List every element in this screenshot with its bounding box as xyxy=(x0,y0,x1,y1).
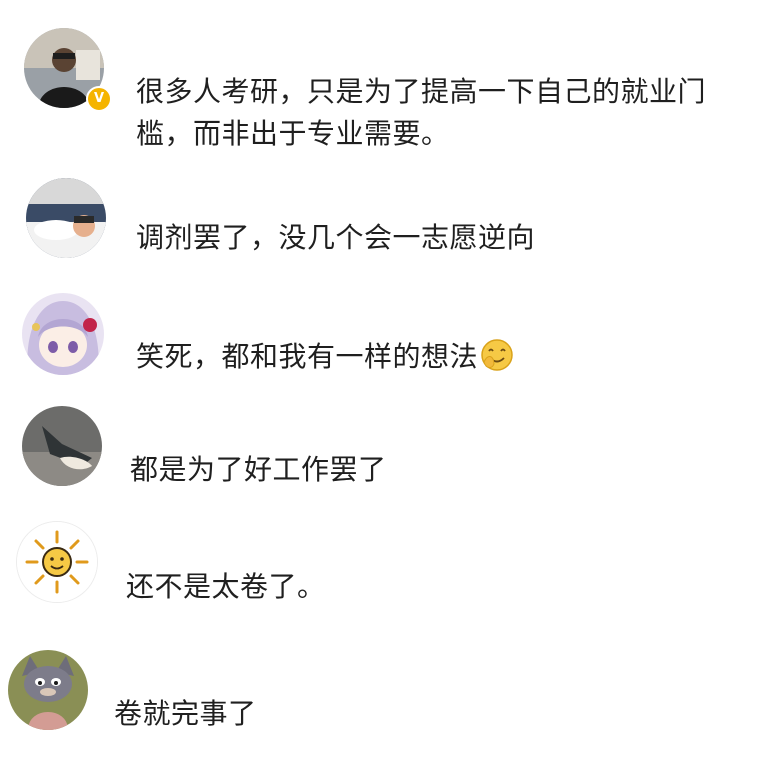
comment-text: 调剂罢了，没几个会一志愿逆向 xyxy=(136,221,536,254)
cartoon-cat-avatar[interactable] xyxy=(8,650,88,730)
comment-item: 调剂罢了，没几个会一志愿逆向 xyxy=(0,170,760,285)
comment-text: 都是为了好工作罢了 xyxy=(130,453,387,486)
comment-text: 还不是太卷了。 xyxy=(126,570,326,603)
sun-doodle-avatar[interactable] xyxy=(16,521,98,603)
comment-item: 还不是太卷了。 xyxy=(0,515,760,635)
facepalm-smile-emoji-icon xyxy=(480,338,514,372)
comment-item: 都是为了好工作罢了 xyxy=(0,400,760,515)
comment-item: 笑死，都和我有一样的想法 xyxy=(0,285,760,400)
comment-item: V 很多人考研，只是为了提高一下自己的就业门 槛，而非出于专业需要。 xyxy=(0,0,760,170)
slipper-photo-avatar[interactable] xyxy=(22,406,102,486)
comment-text-continuation: 槛，而非出于专业需要。 xyxy=(136,117,450,150)
sleeping-person-avatar[interactable] xyxy=(26,178,106,258)
comment-text: 笑死，都和我有一样的想法 xyxy=(136,337,514,377)
verified-badge-icon: V xyxy=(86,86,112,112)
comment-item: 卷就完事了 xyxy=(0,640,760,770)
anime-girl-avatar[interactable] xyxy=(22,293,104,375)
comment-text-content: 笑死，都和我有一样的想法 xyxy=(136,340,479,373)
comment-text: 很多人考研，只是为了提高一下自己的就业门 xyxy=(136,75,707,108)
comment-text: 卷就完事了 xyxy=(114,697,257,730)
